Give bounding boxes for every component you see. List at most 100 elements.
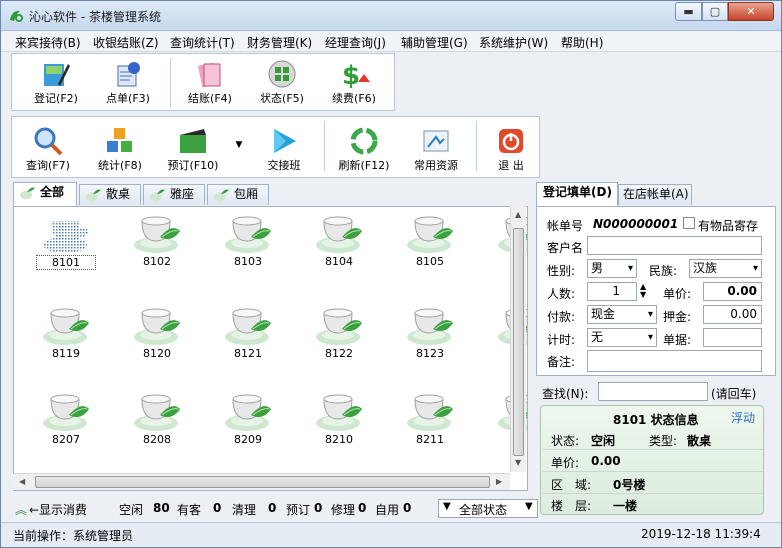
checkout-button[interactable]: 结账(F4) [178,58,242,106]
repair-count: 0 [358,501,367,515]
room-tile[interactable]: 8209 [218,389,278,449]
room-number: 8121 [234,347,262,360]
tab-all[interactable]: 全部 [13,182,77,206]
room-tile[interactable]: 8105 [400,211,460,271]
tab-register-form[interactable]: 登记填单(D) [536,182,618,206]
reserve-dropdown-arrow[interactable]: ▼ [232,137,246,150]
ethnic-select[interactable]: 汉族 [689,259,762,278]
close-button[interactable]: ✕ [728,2,774,21]
stepper-arrows-icon[interactable]: ▲ ▼ [640,283,646,299]
double-chevron-up-icon[interactable]: ︽ [15,501,27,518]
menu-help[interactable]: 帮助(H) [561,34,603,51]
renew-button[interactable]: $ 续费(F6) [322,58,386,106]
deposit-input[interactable]: 0.00 [703,305,762,324]
room-tile[interactable]: 8208 [127,389,187,449]
room-tile[interactable]: 8121 [218,303,278,363]
menu-manager-query[interactable]: 经理查询(J) [325,34,386,51]
show-consumption-toggle[interactable]: ←显示消费 [29,501,87,518]
room-tile[interactable]: 8123 [400,303,460,363]
scroll-down-icon[interactable]: ▼ [515,458,521,467]
maximize-button[interactable]: ▢ [702,2,728,21]
room-tile[interactable]: 8103 [218,211,278,271]
exit-button[interactable]: 退 出 [484,125,538,173]
menu-cashier[interactable]: 收银结账(Z) [93,34,159,51]
chevron-down-icon: ▼ [443,501,451,512]
tab-booths[interactable]: 雅座 [143,184,205,205]
vertical-scrollbar[interactable]: ▲ ▼ [510,206,526,472]
info-state-value: 空闲 [591,434,616,448]
menu-finance[interactable]: 财务管理(K) [247,34,312,51]
room-tile[interactable]: 8102 [127,211,187,271]
customer-input[interactable] [587,236,762,255]
deposit-items-checkbox[interactable] [683,217,695,229]
room-tile[interactable]: 8122 [309,303,369,363]
status-bar: 当前操作：系统管理员 2019-12-18 11:39:4 [1,522,781,547]
receipt-input[interactable] [703,328,762,347]
minimize-button[interactable]: ▬ [675,2,702,21]
datetime-display: 2019-12-18 11:39:4 [641,527,761,541]
shift-handover-button[interactable]: 交接班 [252,125,316,173]
menu-reception[interactable]: 来宾接待(B) [15,34,81,51]
menu-query-stats[interactable]: 查询统计(T) [170,34,235,51]
teacup-icon [407,216,453,253]
order-button[interactable]: 点单(F3) [96,58,160,106]
divider [543,493,763,494]
room-number: 8104 [325,255,353,268]
customer-label: 客户名 [547,241,584,255]
status-button[interactable]: 状态(F5) [250,58,314,106]
horizontal-scrollbar[interactable]: ◀ ▶ [13,473,510,490]
refresh-button[interactable]: 刷新(F12) [332,125,396,173]
room-tile[interactable]: 8120 [127,303,187,363]
info-price-label: 单价: [551,456,580,470]
tab-private-rooms[interactable]: 包厢 [207,184,269,205]
float-link[interactable]: 浮动 [731,409,755,426]
room-number: 8105 [416,255,444,268]
info-floor-value: 一楼 [613,499,638,513]
info-area-label: 区 域: [551,478,592,492]
info-title: 8101 状态信息 [613,413,699,427]
register-button[interactable]: 登记(F2) [24,58,88,106]
scroll-up-icon[interactable]: ▲ [515,210,521,219]
scroll-left-icon[interactable]: ◀ [19,477,25,486]
menu-auxiliary[interactable]: 辅助管理(G) [401,34,468,51]
note-input[interactable] [587,350,762,372]
bill-no-label: 帐单号 [547,219,584,233]
timing-select[interactable]: 无 [587,328,657,347]
tab-in-store-bills[interactable]: 在店帐单(A) [618,184,692,205]
room-number: 8123 [416,347,444,360]
gender-select[interactable]: 男 [587,259,637,278]
ethnic-label: 民族: [649,264,678,278]
toolbar-secondary: 查询(F7) 统计(F8) 预订(F10) ▼ 交接班 刷新(F12) 常用资源 [11,116,540,178]
room-tile[interactable]: 8101 [36,211,96,271]
teacup-icon [43,394,89,431]
state-filter-select[interactable]: ▼ 全部状态 ▼ [438,499,538,518]
stats-button[interactable]: 统计(F8) [88,125,152,173]
room-tile[interactable]: 8104 [309,211,369,271]
horizontal-scroll-thumb[interactable] [35,476,490,488]
teacup-icon [407,394,453,431]
search-input[interactable] [598,382,708,401]
room-tile[interactable]: 8207 [36,389,96,449]
room-tile[interactable]: 8210 [309,389,369,449]
right-panel-tabs: 登记填单(D) 在店帐单(A) [536,182,776,206]
payment-select[interactable]: 现金 [587,305,657,324]
teacup-icon [43,308,89,345]
room-tile[interactable]: 8211 [400,389,460,449]
room-number: 8207 [52,433,80,446]
room-tile[interactable]: 8119 [36,303,96,363]
deposit-label: 押金: [663,310,692,324]
vertical-scroll-thumb[interactable] [513,228,524,456]
reserve-button[interactable]: 预订(F10) [160,125,226,173]
teacup-icon [20,187,35,199]
tab-open-tables[interactable]: 散桌 [79,184,141,205]
chevron-down-icon: ▼ [525,501,533,512]
resources-button[interactable]: 常用资源 [404,125,468,173]
price-input[interactable]: 0.00 [703,282,762,301]
title-bar: 沁心软件 - 茶楼管理系统 ▬ ▢ ✕ [1,1,781,31]
menu-system[interactable]: 系统维护(W) [479,34,548,51]
scroll-right-icon[interactable]: ▶ [496,477,502,486]
query-button[interactable]: 查询(F7) [16,125,80,173]
info-area-value: 0号楼 [613,478,646,492]
teacup-icon [86,189,101,201]
people-stepper[interactable]: 1 [587,282,637,301]
